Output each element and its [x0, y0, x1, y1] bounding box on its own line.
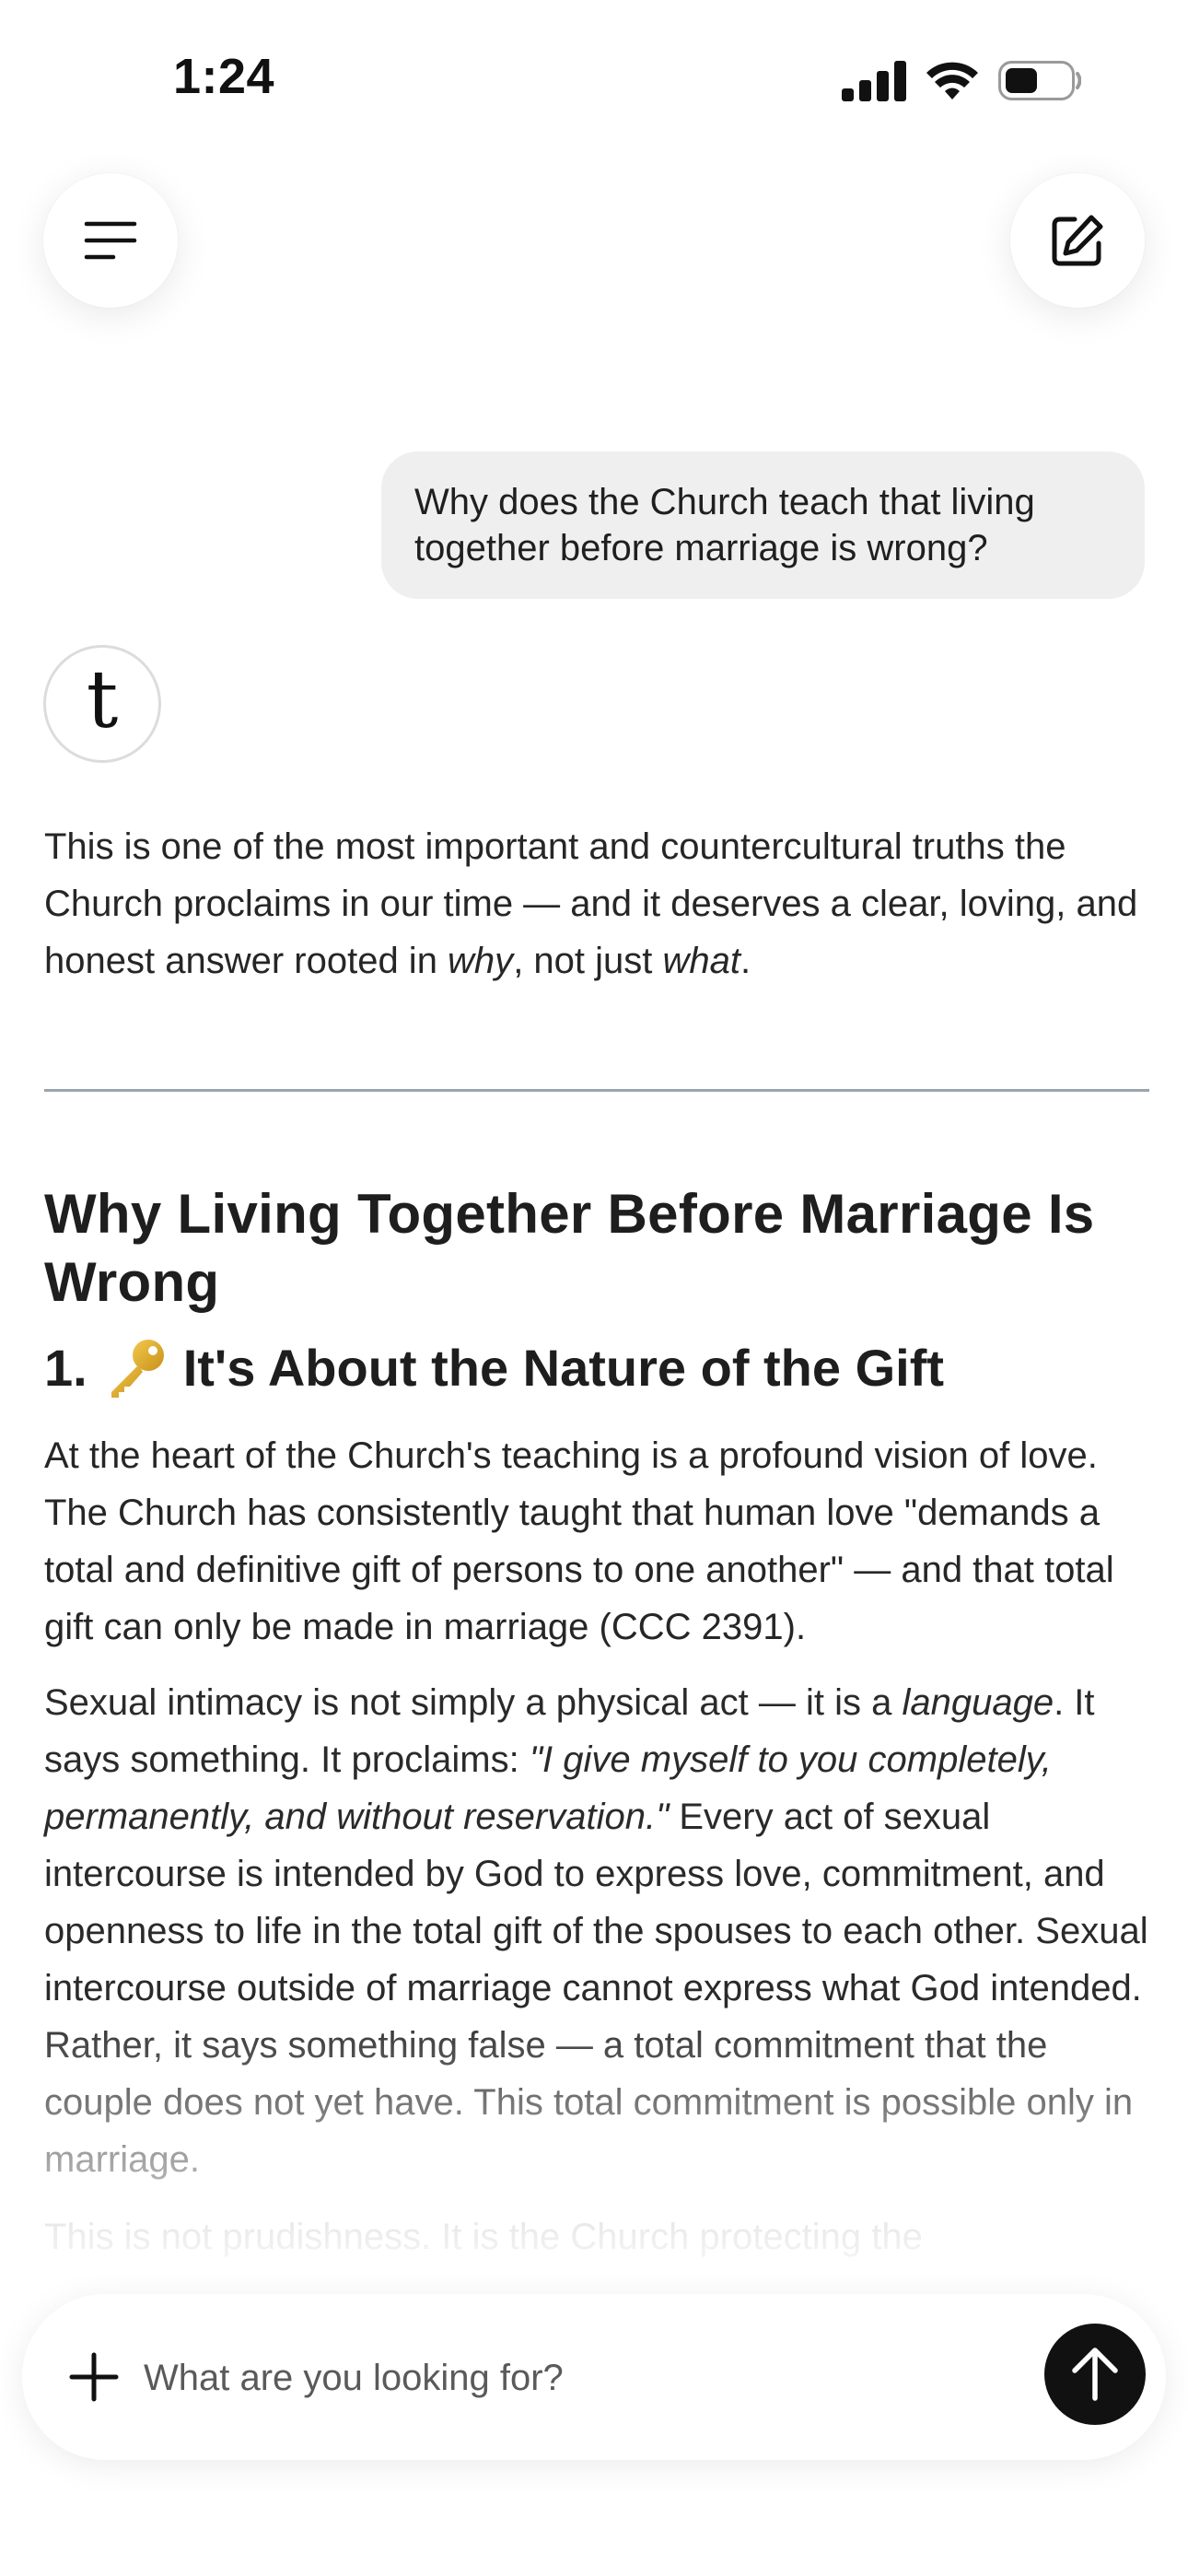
- paragraph-emphasis: language: [902, 1682, 1054, 1723]
- hamburger-menu-icon: [84, 221, 137, 260]
- body-paragraph-2: Sexual intimacy is not simply a physical…: [44, 1674, 1149, 2188]
- paragraph-text: Every act of sexual intercourse is inten…: [44, 1797, 1148, 2180]
- plus-icon: [69, 2352, 119, 2402]
- section-heading: 1. It's About the Nature of the Gift: [44, 1329, 1149, 1407]
- cellular-signal-icon: [842, 61, 1082, 101]
- response-heading: Why Living Together Before Marriage Is W…: [44, 1183, 1095, 1313]
- user-message-bubble: Why does the Church teach that living to…: [381, 451, 1145, 599]
- intro-text: .: [740, 941, 751, 981]
- status-icons: [842, 59, 1082, 103]
- assistant-avatar: t: [43, 645, 161, 763]
- arrow-up-icon: [1072, 2348, 1118, 2401]
- intro-text: , not just: [513, 941, 663, 981]
- section-title: It's About the Nature of the Gift: [182, 1339, 945, 1397]
- add-attachment-button[interactable]: [63, 2346, 125, 2408]
- paragraph-text: Sexual intimacy is not simply a physical…: [44, 1682, 903, 1723]
- menu-button[interactable]: [43, 173, 178, 308]
- body-paragraph-1: At the heart of the Church's teaching is…: [44, 1435, 1114, 1647]
- wifi-icon: [926, 62, 978, 100]
- intro-paragraph: This is one of the most important and co…: [44, 818, 1149, 989]
- status-time: 1:24: [173, 49, 275, 104]
- message-composer: [22, 2294, 1166, 2460]
- message-input[interactable]: [144, 2349, 954, 2406]
- edit-compose-icon: [1052, 215, 1103, 266]
- horizontal-divider: [44, 1089, 1149, 1092]
- intro-emphasis-why: why: [448, 941, 514, 981]
- section-number: 1.: [44, 1339, 87, 1397]
- assistant-response: This is one of the most important and co…: [44, 818, 1149, 2266]
- battery-icon: [998, 61, 1082, 100]
- new-chat-button[interactable]: [1010, 173, 1145, 308]
- send-button[interactable]: [1044, 2324, 1146, 2425]
- key-emoji-icon: [111, 1340, 164, 1398]
- chat-screen: 1:24 Why does the Church teach that livi…: [0, 0, 1188, 2576]
- body-paragraph-3: This is not prudishness. It is the Churc…: [44, 2217, 923, 2257]
- intro-emphasis-what: what: [662, 941, 741, 981]
